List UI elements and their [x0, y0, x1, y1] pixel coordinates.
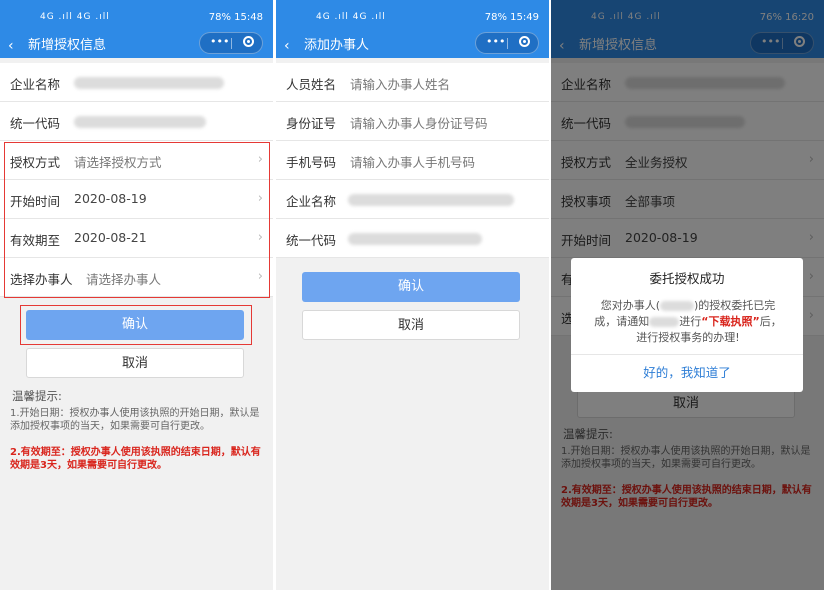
more-icon[interactable]: ••• [210, 35, 229, 49]
redacted-value [348, 233, 482, 245]
row-name: 人员姓名 请输入办事人姓名 [276, 63, 549, 102]
close-target-icon[interactable] [519, 36, 530, 47]
miniapp-capsule[interactable]: ••• [475, 32, 539, 54]
tips-title: 温馨提示: [12, 389, 62, 403]
highlight-box [4, 142, 270, 298]
row-label: 手机号码 [286, 155, 337, 170]
row-company-name: 企业名称 [0, 63, 273, 102]
acknowledge-button[interactable]: 好的，我知道了 [571, 362, 803, 381]
screen-add-authorization: 4G .ıll 4G .ıll 78% 15:48 ‹ 新增授权信息 ••• 企… [0, 0, 273, 590]
signal-indicator: 4G .ıll 4G .ıll [40, 12, 110, 22]
title-bar: ‹ 添加办事人 ••• [276, 32, 549, 58]
redacted-name [649, 317, 680, 327]
row-id-number: 身份证号 请输入办事人身份证号码 [276, 102, 549, 141]
row-label: 人员姓名 [286, 77, 337, 92]
battery-time: 78% 15:48 [208, 12, 263, 23]
form: 人员姓名 请输入办事人姓名 身份证号 请输入办事人身份证号码 手机号码 请输入办… [276, 63, 549, 258]
confirm-button[interactable]: 确认 [26, 310, 244, 340]
redacted-value [348, 194, 514, 206]
row-label: 统一代码 [286, 233, 337, 248]
row-label: 企业名称 [10, 77, 61, 92]
status-bar: 4G .ıll 4G .ıll 78% 15:49 [276, 0, 549, 36]
name-input[interactable]: 请输入办事人姓名 [350, 74, 450, 93]
tip-start-date: 1.开始日期：授权办事人使用该执照的开始日期，默认是添加授权事项的当天，如果需要… [10, 408, 260, 432]
screen-add-agent: 4G .ıll 4G .ıll 78% 15:49 ‹ 添加办事人 ••• 人员… [276, 0, 549, 590]
status-bar: 4G .ıll 4G .ıll 78% 15:48 [0, 0, 273, 36]
redacted-name [660, 301, 694, 311]
back-icon[interactable]: ‹ [284, 36, 290, 56]
close-target-icon[interactable] [243, 36, 254, 47]
row-label: 统一代码 [10, 116, 61, 131]
phone-input[interactable]: 请输入办事人手机号码 [350, 152, 475, 171]
cancel-button[interactable]: 取消 [26, 348, 244, 378]
cancel-button[interactable]: 取消 [302, 310, 520, 340]
capsule-divider [507, 38, 508, 49]
id-number-input[interactable]: 请输入办事人身份证号码 [350, 113, 488, 132]
back-icon[interactable]: ‹ [8, 36, 14, 56]
row-unified-code: 统一代码 [0, 102, 273, 141]
more-icon[interactable]: ••• [486, 35, 505, 49]
row-unified-code: 统一代码 [276, 219, 549, 258]
row-phone: 手机号码 请输入办事人手机号码 [276, 141, 549, 180]
confirm-button[interactable]: 确认 [302, 272, 520, 302]
dialog-message: 您对办事人()的授权委托已完成，请通知 进行“下载执照”后，进行授权事务的办理! [593, 298, 783, 346]
row-label: 企业名称 [286, 194, 337, 209]
dialog-text: 您对办事人( [600, 299, 660, 312]
page-title: 新增授权信息 [28, 38, 107, 53]
battery-time: 78% 15:49 [484, 12, 539, 23]
redacted-value [74, 116, 206, 128]
row-company-name: 企业名称 [276, 180, 549, 219]
miniapp-capsule[interactable]: ••• [199, 32, 263, 54]
screen-authorization-success: 4G .ıll 4G .ıll 76% 16:20 ‹ 新增授权信息 ••• 企… [551, 0, 824, 590]
row-label: 身份证号 [286, 116, 337, 131]
dialog-title: 委托授权成功 [649, 271, 725, 286]
download-license-highlight: “下载执照” [701, 315, 760, 328]
capsule-divider [231, 38, 232, 49]
dialog-text: 进行 [679, 315, 702, 328]
redacted-value [74, 77, 224, 89]
tip-expiry-date: 2.有效期至：授权办事人使用该执照的结束日期，默认有效期是3天，如果需要可自行更… [10, 447, 261, 471]
page-title: 添加办事人 [304, 38, 370, 53]
signal-indicator: 4G .ıll 4G .ıll [316, 12, 386, 22]
success-dialog: 委托授权成功 您对办事人()的授权委托已完成，请通知 进行“下载执照”后，进行授权… [571, 258, 803, 392]
dialog-divider [571, 354, 803, 355]
title-bar: ‹ 新增授权信息 ••• [0, 32, 273, 58]
